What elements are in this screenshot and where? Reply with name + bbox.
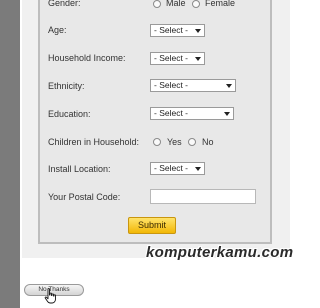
install-location-label: Install Location: [48,164,111,174]
ethnicity-label: Ethnicity: [48,81,85,91]
gender-male-label: Male [166,0,186,8]
ethnicity-select-value: - Select - [154,80,189,90]
education-select-value: - Select - [154,108,189,118]
education-label: Education: [48,109,91,119]
age-select[interactable]: - Select - [150,24,205,37]
gender-label: Gender: [48,0,81,8]
postal-code-input[interactable] [150,189,256,204]
household-income-label: Household Income: [48,53,126,63]
chevron-down-icon [226,84,232,88]
install-location-select[interactable]: - Select - [150,162,205,175]
gender-male-radio[interactable] [153,0,161,8]
household-income-select-value: - Select - [154,53,189,63]
hand-pointer-icon [44,288,56,304]
ethnicity-select[interactable]: - Select - [150,79,236,92]
chevron-down-icon [224,112,230,116]
age-label: Age: [48,25,67,35]
household-income-select[interactable]: - Select - [150,52,205,65]
education-select[interactable]: - Select - [150,107,234,120]
children-yes-radio[interactable] [153,138,161,146]
postal-code-label: Your Postal Code: [48,192,121,202]
children-yes-label: Yes [167,137,182,147]
chevron-down-icon [195,167,201,171]
gender-female-radio[interactable] [192,0,200,8]
children-label: Children in Household: [48,137,140,147]
children-no-label: No [202,137,214,147]
install-location-select-value: - Select - [154,163,189,173]
submit-button[interactable]: Submit [128,217,176,234]
chevron-down-icon [195,29,201,33]
children-no-radio[interactable] [188,138,196,146]
chevron-down-icon [195,57,201,61]
age-select-value: - Select - [154,25,189,35]
watermark-text: komputerkamu.com [146,244,294,261]
gender-female-label: Female [205,0,236,8]
